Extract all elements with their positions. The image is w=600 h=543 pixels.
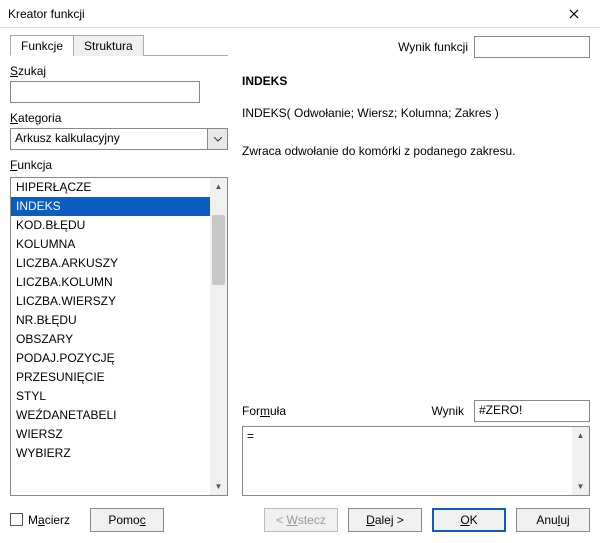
close-button[interactable] (554, 2, 594, 26)
list-item[interactable]: LICZBA.WIERSZY (11, 292, 210, 311)
list-item[interactable]: PRZESUNIĘCIE (11, 368, 210, 387)
scroll-track[interactable] (572, 444, 589, 478)
list-item[interactable]: WIERSZ (11, 425, 210, 444)
list-item[interactable]: HIPERŁĄCZE (11, 178, 210, 197)
formula-value: = (243, 427, 572, 495)
function-result-field (474, 36, 590, 58)
dialog-footer: Macierz Pomoc < Wstecz Dalej > OK Anuluj (0, 496, 600, 543)
function-name-heading: INDEKS (242, 74, 590, 88)
scroll-track[interactable] (210, 195, 227, 478)
category-label: Kategoria (10, 111, 228, 125)
list-item[interactable]: OBSZARY (11, 330, 210, 349)
formula-scrollbar[interactable]: ▲ ▼ (572, 427, 589, 495)
list-item[interactable]: LICZBA.KOLUMN (11, 273, 210, 292)
scroll-up-button[interactable]: ▲ (572, 427, 589, 444)
tab-structure[interactable]: Struktura (73, 35, 144, 56)
matrix-checkbox[interactable]: Macierz (10, 513, 70, 527)
search-input[interactable] (10, 81, 200, 103)
list-item[interactable]: STYL (11, 387, 210, 406)
list-item[interactable]: LICZBA.ARKUSZY (11, 254, 210, 273)
chevron-down-icon (214, 137, 222, 142)
window-title: Kreator funkcji (8, 7, 554, 21)
dialog-content: Funkcje Struktura Szukaj Kategoria Arkus… (0, 28, 600, 496)
list-item[interactable]: KOLUMNA (11, 235, 210, 254)
search-label: Szukaj (10, 64, 228, 78)
scroll-thumb[interactable] (212, 215, 225, 285)
scrollbar[interactable]: ▲ ▼ (210, 178, 227, 495)
list-item[interactable]: WEŹDANETABELI (11, 406, 210, 425)
function-result-row: Wynik funkcji (242, 36, 590, 58)
formula-row: Formuła Wynik #ZERO! (242, 400, 590, 422)
scroll-down-button[interactable]: ▼ (572, 478, 589, 495)
scroll-down-button[interactable]: ▼ (210, 478, 227, 495)
chevron-down-icon: ▼ (577, 482, 585, 491)
chevron-up-icon: ▲ (215, 182, 223, 191)
cancel-button[interactable]: Anuluj (516, 508, 590, 532)
category-value: Arkusz kalkulacyjny (10, 128, 208, 150)
formula-textarea[interactable]: = ▲ ▼ (242, 426, 590, 496)
function-label: Funkcja (10, 158, 228, 172)
list-item[interactable]: KOD.BŁĘDU (11, 216, 210, 235)
back-button: < Wstecz (264, 508, 338, 532)
list-item[interactable]: NR.BŁĘDU (11, 311, 210, 330)
matrix-label: Macierz (28, 513, 70, 527)
help-button[interactable]: Pomoc (90, 508, 164, 532)
wynik-label: Wynik (431, 404, 464, 418)
tab-bar: Funkcje Struktura (10, 34, 228, 56)
function-result-label: Wynik funkcji (398, 40, 468, 54)
titlebar: Kreator funkcji (0, 0, 600, 28)
wynik-field: #ZERO! (474, 400, 590, 422)
category-select[interactable]: Arkusz kalkulacyjny (10, 128, 228, 150)
next-button[interactable]: Dalej > (348, 508, 422, 532)
tab-functions[interactable]: Funkcje (10, 35, 74, 56)
left-panel: Funkcje Struktura Szukaj Kategoria Arkus… (10, 34, 228, 496)
function-signature: INDEKS( Odwołanie; Wiersz; Kolumna; Zakr… (242, 106, 590, 120)
list-item[interactable]: PODAJ.POZYCJĘ (11, 349, 210, 368)
list-item[interactable]: INDEKS (11, 197, 210, 216)
function-description: Zwraca odwołanie do komórki z podanego z… (242, 144, 590, 158)
chevron-up-icon: ▲ (577, 431, 585, 440)
list-item[interactable]: WYBIERZ (11, 444, 210, 463)
checkbox-box (10, 513, 23, 526)
chevron-down-icon: ▼ (215, 482, 223, 491)
scroll-up-button[interactable]: ▲ (210, 178, 227, 195)
function-listbox[interactable]: HIPERŁĄCZEINDEKSKOD.BŁĘDUKOLUMNALICZBA.A… (10, 177, 228, 496)
category-dropdown-button[interactable] (208, 128, 228, 150)
formula-label: Formuła (242, 404, 425, 418)
right-panel: Wynik funkcji INDEKS INDEKS( Odwołanie; … (242, 34, 590, 496)
ok-button[interactable]: OK (432, 508, 506, 532)
close-icon (569, 9, 579, 19)
